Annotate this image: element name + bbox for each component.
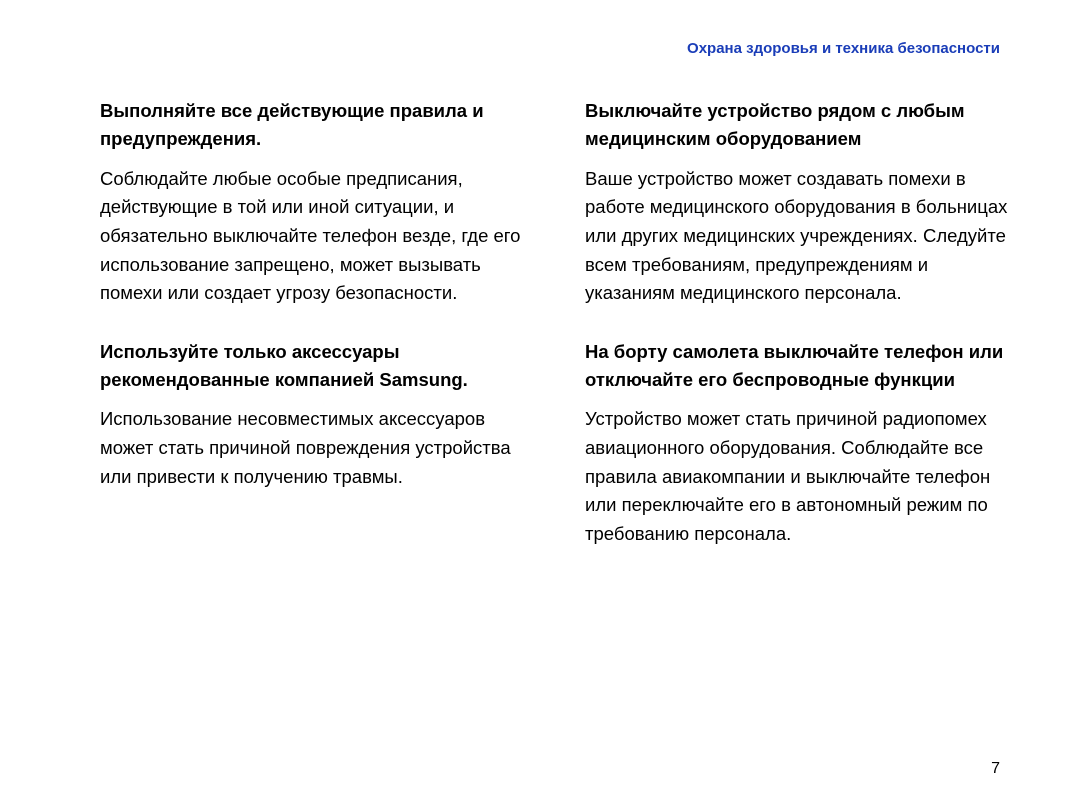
section-body: Устройство может стать причиной радиопом… xyxy=(585,405,1010,548)
section-body: Использование несовместимых аксессуаров … xyxy=(100,405,525,491)
document-page: Охрана здоровья и техника безопасности В… xyxy=(0,0,1080,810)
section-airplane: На борту самолета выключайте телефон или… xyxy=(585,338,1010,549)
section-heading: На борту самолета выключайте телефон или… xyxy=(585,338,1010,394)
page-header: Охрана здоровья и техника безопасности xyxy=(100,40,1010,57)
section-rules: Выполняйте все действующие правила и пре… xyxy=(100,97,525,308)
content-columns: Выполняйте все действующие правила и пре… xyxy=(100,97,1010,579)
section-medical: Выключайте устройство рядом с любым меди… xyxy=(585,97,1010,308)
right-column: Выключайте устройство рядом с любым меди… xyxy=(585,97,1010,579)
section-body: Ваше устройство может создавать помехи в… xyxy=(585,165,1010,308)
section-accessories: Используйте только аксессуары рекомендов… xyxy=(100,338,525,492)
section-heading: Выполняйте все действующие правила и пре… xyxy=(100,97,525,153)
section-heading: Используйте только аксессуары рекомендов… xyxy=(100,338,525,394)
section-body: Соблюдайте любые особые предписания, дей… xyxy=(100,165,525,308)
page-number: 7 xyxy=(991,760,1000,778)
section-heading: Выключайте устройство рядом с любым меди… xyxy=(585,97,1010,153)
left-column: Выполняйте все действующие правила и пре… xyxy=(100,97,525,579)
